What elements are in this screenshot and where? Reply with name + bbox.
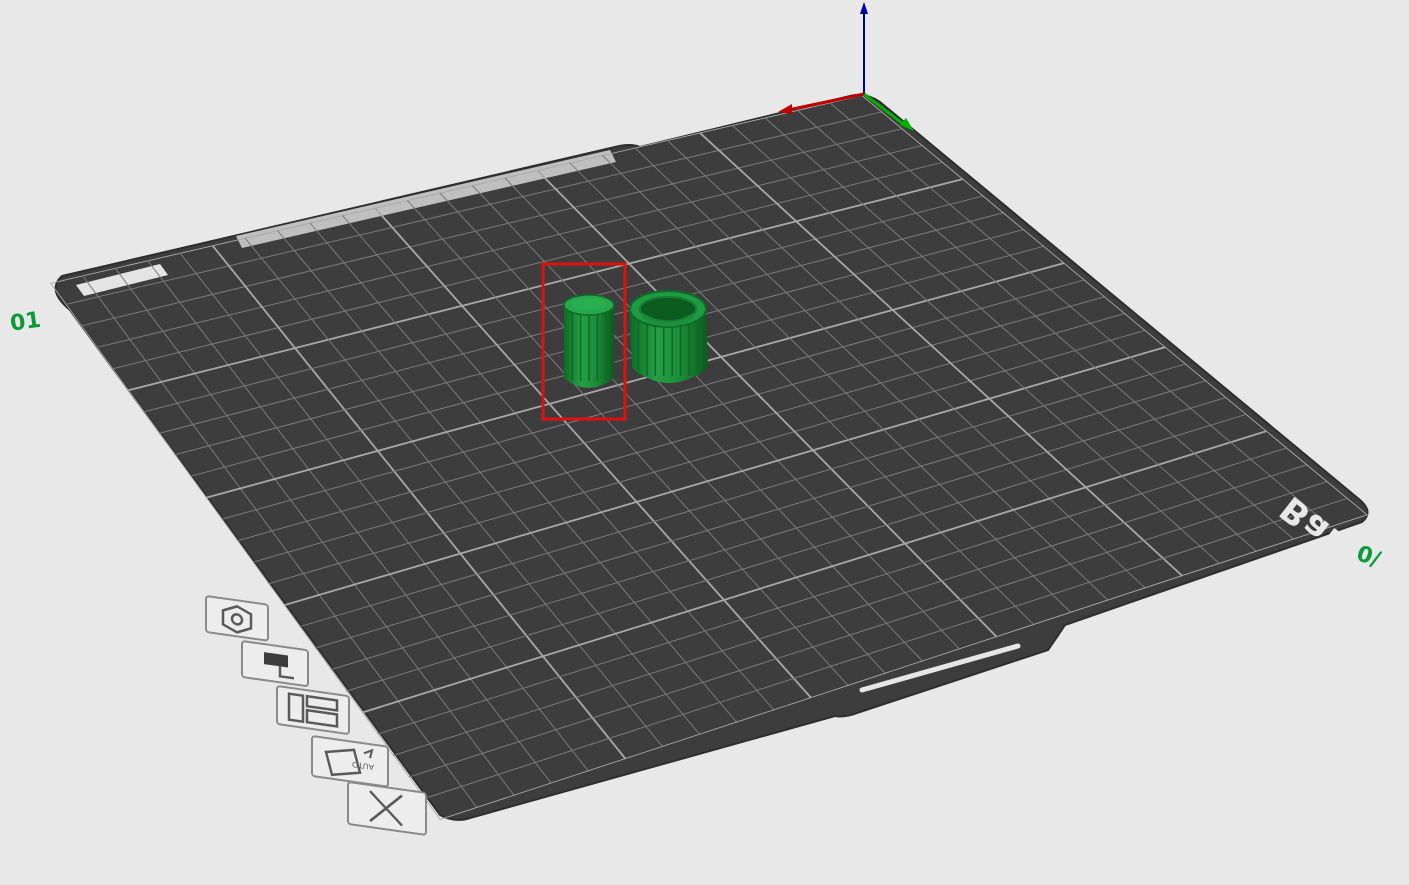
object-knob-cylinder[interactable]: [563, 294, 615, 388]
plate-surface: [54, 93, 1369, 821]
plate-settings-button[interactable]: [241, 640, 309, 687]
delete-plate-button[interactable]: [347, 781, 427, 836]
build-plate: Bambu Textured PEI Plate: [50, 93, 1409, 840]
3d-viewport[interactable]: Bambu Textured PEI Plate 01 0/: [0, 0, 1409, 885]
orient-button[interactable]: [205, 595, 269, 642]
scene-canvas[interactable]: Bambu Textured PEI Plate 01 0/: [0, 0, 1409, 885]
axis-z-arrow: [860, 2, 868, 14]
arrange-button[interactable]: [276, 685, 350, 735]
plate-number-left: 01: [9, 308, 43, 337]
auto-orient-button[interactable]: AUTO: [311, 735, 389, 788]
object-ring-cylinder[interactable]: [629, 290, 708, 383]
